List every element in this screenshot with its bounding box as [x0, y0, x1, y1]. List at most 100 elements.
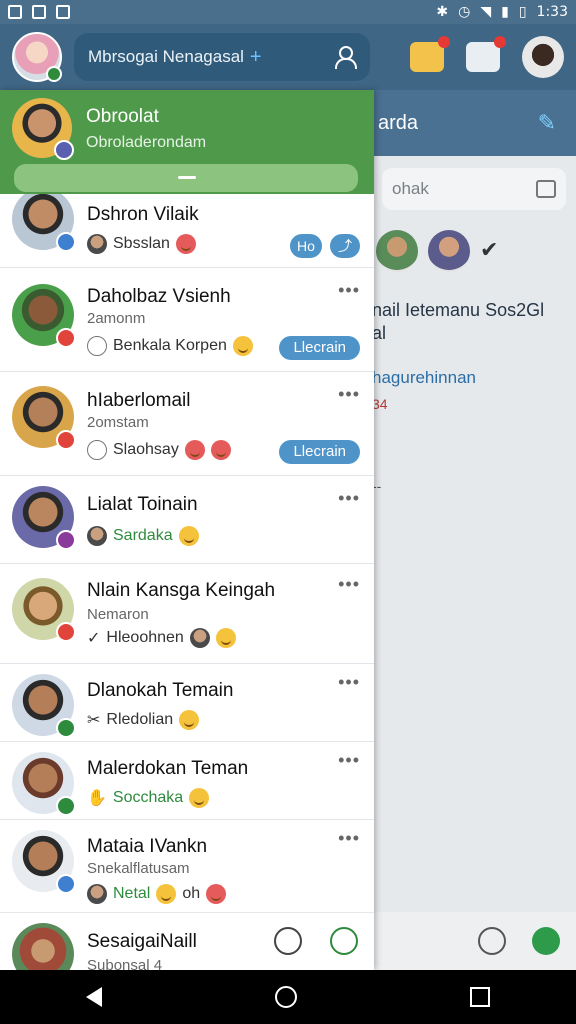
chat-subtitle: 2amonm: [87, 310, 146, 327]
lock-icon[interactable]: [536, 180, 556, 198]
background-search-text: ohak: [392, 179, 429, 198]
status-icon: [56, 622, 76, 642]
clock: 1:33: [536, 4, 568, 20]
last-message: Benkala Korpen: [87, 336, 253, 356]
status-icon: [56, 530, 76, 550]
chat-name: SesaigaiNaill: [87, 931, 197, 952]
status-icon: [56, 430, 76, 450]
more-icon[interactable]: •••: [338, 672, 360, 693]
drawer-handle[interactable]: [14, 164, 358, 192]
avatar: [12, 752, 76, 816]
reply-icon: [87, 336, 107, 356]
emoji-icon: [206, 884, 227, 904]
messages-icon[interactable]: [466, 36, 506, 72]
more-icon[interactable]: •••: [338, 280, 360, 301]
more-icon[interactable]: •••: [338, 384, 360, 405]
avatar: [12, 674, 76, 738]
back-icon[interactable]: [86, 987, 103, 1007]
more-icon[interactable]: •••: [338, 488, 360, 509]
chat-name: hIaberlomail: [87, 390, 191, 411]
background-avatar-row: ✔: [372, 222, 576, 280]
action-button[interactable]: Llecrain: [279, 336, 360, 360]
app-bar: Mbrsogai Nenagasal +: [0, 24, 576, 90]
avatar: [12, 486, 76, 550]
bluetooth-icon: ✱: [436, 4, 449, 20]
notification-badge: [494, 36, 506, 48]
search-bar[interactable]: Mbrsogai Nenagasal +: [74, 33, 370, 81]
background-header: arda ✎: [372, 90, 576, 156]
chat-row[interactable]: Daholbaz Vsienh 2amonm Benkala Korpen ••…: [0, 268, 374, 372]
profile-avatar[interactable]: [12, 32, 62, 82]
emoji-icon: [179, 710, 200, 730]
bottom-chat-row[interactable]: SesaigaiNaill Subonsal 4: [0, 912, 374, 970]
chat-name: Malerdokan Teman: [87, 758, 249, 779]
last-message: ✓ Hleoohnen: [87, 628, 236, 648]
chat-name: Daholbaz Vsienh: [87, 286, 231, 307]
hands-icon: ✋: [87, 790, 107, 807]
background-text: nail Ietemanu Sos2Gl: [372, 300, 545, 320]
notification-badge: [438, 36, 450, 48]
grid-icon[interactable]: [330, 927, 358, 955]
signal-icon: ▮: [501, 4, 509, 20]
edit-icon[interactable]: ✎: [538, 110, 556, 136]
avatar: [12, 188, 76, 252]
recent-apps-icon[interactable]: [469, 987, 490, 1007]
badge-pill[interactable]: Ho: [290, 234, 322, 258]
chat-row[interactable]: Dshron Vilaik Sbsslan Ho ⤴: [0, 188, 374, 268]
background-composer: [372, 912, 576, 970]
chat-row[interactable]: Mataia IVankn Snekalflatusam Netal oh •••: [0, 820, 374, 912]
emoji-icon: [189, 788, 210, 808]
notification-icon: [8, 5, 22, 19]
online-status-icon: [46, 66, 62, 82]
home-icon[interactable]: [274, 986, 297, 1008]
background-dash: --: [372, 478, 382, 494]
background-number: 34: [372, 396, 388, 412]
chat-row[interactable]: Lialat Toinain Sardaka •••: [0, 476, 374, 564]
emoji-icon: [232, 336, 253, 356]
last-message: Slaohsay: [87, 440, 231, 460]
status-bar: ✱ ◷ ◥ ▮ ▯ 1:33: [0, 0, 576, 24]
chat-list-drawer: Obroolat Obroladerondam Dshron Vilaik Sb…: [0, 90, 374, 970]
last-message: Sardaka: [87, 526, 199, 546]
last-message: ✋ Socchaka: [87, 788, 210, 808]
status-icon: [56, 796, 76, 816]
avatar: [12, 578, 76, 642]
avatar: [12, 830, 76, 894]
chat-subtitle: Snekalflatusam: [87, 860, 190, 877]
action-button[interactable]: Llecrain: [279, 440, 360, 464]
chat-row[interactable]: Nlain Kansga Keingah Nemaron ✓ Hleoohnen …: [0, 564, 374, 664]
chat-row[interactable]: Dlanokah Temain ✂ Rledolian •••: [0, 664, 374, 742]
chat-row[interactable]: Malerdokan Teman ✋ Socchaka •••: [0, 742, 374, 820]
drawer-header[interactable]: Obroolat Obroladerondam: [0, 90, 374, 194]
send-icon[interactable]: [532, 927, 560, 955]
shop-icon[interactable]: [410, 36, 450, 72]
avatar[interactable]: [428, 230, 470, 272]
background-link[interactable]: hagurehinnan: [372, 344, 576, 388]
chat-row[interactable]: hIaberlomail 2omstam Slaohsay ••• Llecra…: [0, 372, 374, 476]
emoji-icon: [210, 440, 231, 460]
status-icon: [56, 328, 76, 348]
more-icon[interactable]: •••: [338, 750, 360, 771]
background-title: arda: [378, 111, 419, 134]
background-chat-panel: arda ✎ ohak ✔ nail Ietemanu Sos2Gl al ha…: [372, 90, 576, 970]
emoji-icon[interactable]: [478, 927, 506, 955]
more-icon[interactable]: •••: [338, 574, 360, 595]
share-icon[interactable]: ⤴: [330, 234, 360, 258]
status-icon: [56, 874, 76, 894]
status-icon: [56, 718, 76, 738]
chat-subtitle: Nemaron: [87, 606, 149, 623]
account-avatar[interactable]: [522, 36, 564, 78]
sender-avatar: [87, 884, 107, 904]
person-icon[interactable]: [334, 46, 357, 69]
check-icon: ✔: [480, 237, 499, 262]
more-icon[interactable]: •••: [338, 828, 360, 849]
emoji-icon[interactable]: [274, 927, 302, 955]
avatar[interactable]: [376, 230, 418, 272]
sender-avatar: [87, 526, 107, 546]
drawer-avatar[interactable]: [12, 98, 74, 160]
chat-subtitle: Subonsal 4: [87, 957, 163, 970]
check-icon: ✓: [87, 630, 101, 647]
background-search[interactable]: ohak: [382, 168, 566, 210]
plus-icon: +: [249, 45, 262, 68]
sender-avatar: [189, 628, 210, 648]
